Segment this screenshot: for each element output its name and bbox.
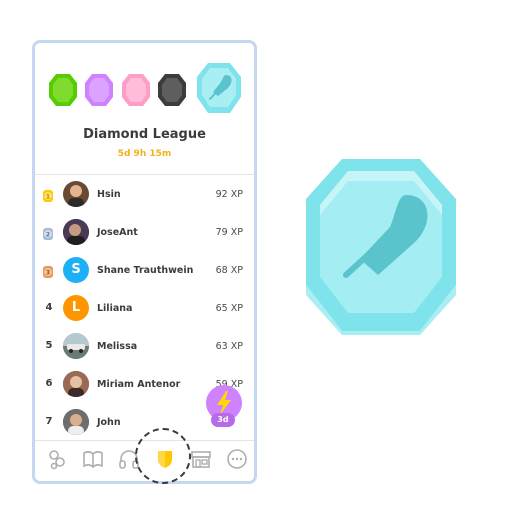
- xp-value: 92 XP: [215, 189, 243, 200]
- emerald-league-icon: [49, 74, 77, 106]
- amethyst-league-icon: [85, 74, 113, 106]
- xp-value: 79 XP: [215, 227, 243, 238]
- shop-icon[interactable]: [189, 447, 213, 471]
- leaderboard-row[interactable]: 2 JoseAnt 79 XP: [35, 214, 254, 252]
- xp-value: 65 XP: [215, 303, 243, 314]
- svg-text:1: 1: [46, 194, 50, 201]
- avatar: [63, 333, 89, 359]
- xp-value: 68 XP: [215, 265, 243, 276]
- obsidian-league-icon: [158, 74, 186, 106]
- boost-timer-badge: 3d: [211, 413, 235, 427]
- gold-medal-icon: 1: [43, 190, 53, 202]
- username: Melissa: [97, 341, 138, 352]
- username: Miriam Antenor: [97, 379, 181, 390]
- diamond-league-icon: [197, 63, 241, 113]
- leaderboard-row[interactable]: 5 Melissa 63 XP: [35, 328, 254, 366]
- avatar: [63, 181, 89, 207]
- username: Shane Trauthwein: [97, 265, 194, 276]
- avatar: S: [63, 257, 89, 283]
- pearl-league-icon: [122, 74, 150, 106]
- book-icon[interactable]: [81, 447, 105, 471]
- league-title: Diamond League: [83, 127, 206, 142]
- active-tab-highlight: [135, 428, 191, 484]
- username: John: [97, 417, 121, 428]
- phone-frame: Diamond League 5d 9h 15m 1 Hsin 92 XP 2 …: [32, 40, 257, 484]
- avatar: [63, 409, 89, 435]
- avatar: [63, 219, 89, 245]
- username: Hsin: [97, 189, 121, 200]
- leaderboard-row[interactable]: 1 Hsin 92 XP: [35, 176, 254, 214]
- svg-text:2: 2: [46, 232, 50, 239]
- league-badges: [35, 43, 254, 135]
- username: JoseAnt: [97, 227, 138, 238]
- avatar: [63, 371, 89, 397]
- avatar: L: [63, 295, 89, 321]
- xp-value: 63 XP: [215, 341, 243, 352]
- divider: [35, 174, 254, 175]
- bronze-medal-icon: 3: [43, 266, 53, 278]
- league-timer: 5d 9h 15m: [117, 149, 172, 159]
- diamond-league-large-icon: [306, 159, 456, 335]
- svg-text:3: 3: [46, 270, 50, 277]
- silver-medal-icon: 2: [43, 228, 53, 240]
- username: Liliana: [97, 303, 133, 314]
- leaderboard-row[interactable]: 3 S Shane Trauthwein 68 XP: [35, 252, 254, 290]
- leaderboard-row[interactable]: 4 L Liliana 65 XP: [35, 290, 254, 328]
- home-icon[interactable]: [45, 447, 69, 471]
- rank-number: 6: [45, 378, 53, 389]
- rank-number: 7: [45, 416, 53, 427]
- rank-number: 5: [45, 340, 53, 351]
- rank-number: 4: [45, 302, 53, 313]
- more-icon[interactable]: [225, 447, 249, 471]
